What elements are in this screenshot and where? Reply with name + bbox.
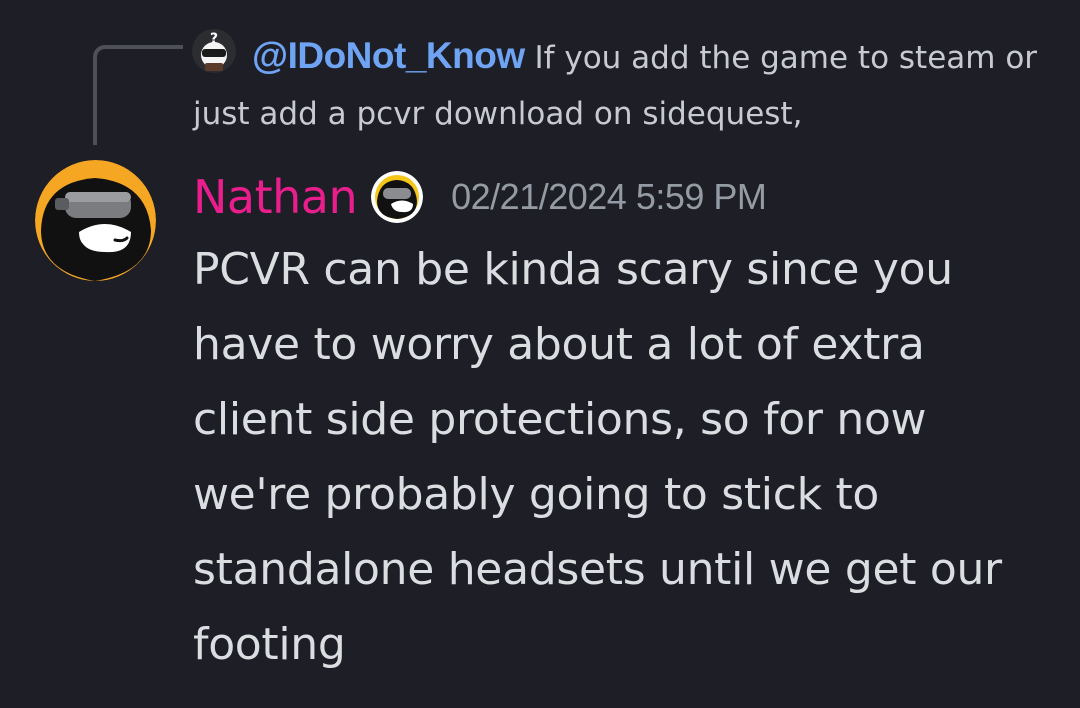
message-timestamp: 02/21/2024 5:59 PM (451, 176, 767, 217)
reply-mention[interactable]: @IDoNot_Know (252, 35, 525, 76)
reply-connector-line (93, 45, 183, 145)
message-header: Nathan 02/21/2024 5:59 PM (193, 166, 767, 228)
message-content: PCVR can be kinda scary since you have t… (193, 244, 1002, 670)
author-username[interactable]: Nathan (193, 170, 358, 224)
author-avatar[interactable] (35, 160, 156, 281)
reply-preview[interactable]: @IDoNot_Know If you add the game to stea… (193, 28, 1053, 142)
discord-message-view: ? @IDoNot_Know If you add the game to st… (0, 0, 1080, 708)
vr-headset-gorilla-badge-icon[interactable] (371, 171, 424, 223)
